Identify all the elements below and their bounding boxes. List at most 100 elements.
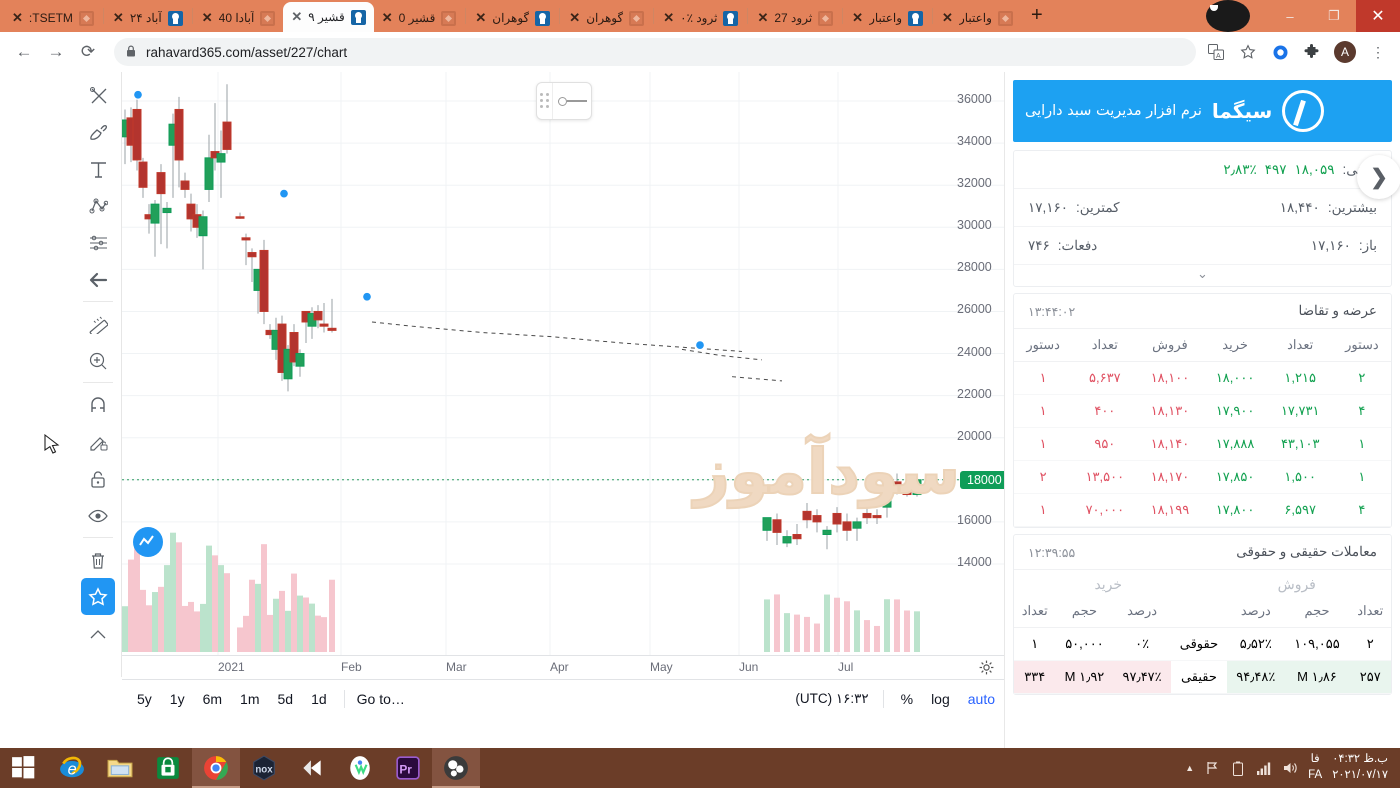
battery-icon[interactable]	[1230, 760, 1246, 776]
text-icon[interactable]	[81, 150, 115, 187]
extensions-icon[interactable]	[1302, 42, 1322, 62]
eye-icon[interactable]	[81, 497, 115, 534]
sync-icon[interactable]	[1270, 42, 1290, 62]
magnet-icon[interactable]	[81, 386, 115, 423]
browser-tab[interactable]: آبادا 40 ✕	[194, 4, 284, 32]
chart-canvas[interactable]: سودآموز	[122, 72, 1004, 677]
close-tab-button[interactable]: ✕	[12, 10, 23, 26]
lock-icon[interactable]	[81, 460, 115, 497]
crosshair-cut-icon[interactable]	[81, 76, 115, 113]
network-icon[interactable]	[1256, 760, 1272, 776]
show-hidden-icons-button[interactable]: ▲	[1185, 763, 1194, 773]
tab-divider	[559, 8, 561, 24]
ruler-icon[interactable]	[81, 305, 115, 342]
browser-tab[interactable]: ثرود ٪۰ ✕	[655, 4, 746, 32]
brush-icon[interactable]	[81, 113, 115, 150]
timeframe-button-6m[interactable]: 6m	[194, 691, 231, 707]
browser-tab-active[interactable]: قشیر ۹ ✕	[283, 2, 374, 32]
avatar[interactable]: A	[1334, 41, 1356, 63]
collapse-quote-button[interactable]: ⌄	[1014, 265, 1391, 286]
price-tick-label: 26000	[957, 302, 992, 317]
close-tab-button[interactable]: ✕	[291, 9, 302, 25]
close-tab-button[interactable]: ✕	[852, 10, 863, 26]
forecast-icon[interactable]	[81, 224, 115, 261]
orderbook-row: ۴ ۱۷,۷۳۱ ۱۷,۹۰۰ ۱۸,۱۳۰ ۴۰۰ ۱	[1014, 394, 1391, 428]
browser-tab[interactable]: آباد ۲۴ ✕	[105, 4, 191, 32]
clock[interactable]: ۰۴:۳۲ ب.ظ ۲۰۲۱/۰۷/۱۷	[1332, 752, 1388, 783]
line-style-icon[interactable]	[553, 97, 591, 106]
price-tick-label: 14000	[957, 554, 992, 569]
browser-tab[interactable]: TSETM: ✕	[4, 4, 102, 32]
zoom-in-icon[interactable]	[81, 342, 115, 379]
language-indicator[interactable]: فا FA	[1308, 752, 1322, 783]
goto-button[interactable]: Go to…	[353, 691, 405, 707]
timeframe-button-1m[interactable]: 1m	[231, 691, 268, 707]
flag-icon[interactable]	[1204, 760, 1220, 776]
auto-scale-button[interactable]: auto	[959, 691, 1004, 707]
participants-card: معاملات حقیقی و حقوقی ۱۲:۳۹:۵۵ فروش خرید…	[1013, 534, 1392, 695]
close-tab-button[interactable]: ✕	[113, 10, 124, 26]
browser-menu-button[interactable]: ⋮	[1368, 42, 1388, 62]
browser-tab[interactable]: گوهران ✕	[467, 4, 558, 32]
orderbook-table: دستور تعداد خرید فروش تعداد دستور ۲ ۱,۲۱۵ ۱۸,۰۰…	[1014, 329, 1391, 527]
browser-tab[interactable]: واعتبار ✕	[934, 4, 1021, 32]
new-tab-button[interactable]: +	[1021, 5, 1053, 27]
close-tab-button[interactable]: ✕	[569, 10, 580, 26]
file-explorer-icon[interactable]	[96, 748, 144, 788]
svg-text:A: A	[1216, 53, 1221, 60]
close-tab-button[interactable]: ✕	[475, 10, 486, 26]
drag-handle-icon[interactable]	[537, 83, 553, 119]
maximize-button[interactable]: ❐	[1312, 0, 1356, 32]
close-tab-button[interactable]: ✕	[757, 10, 768, 26]
forward-button[interactable]: →	[42, 38, 70, 66]
back-button[interactable]: ←	[10, 38, 38, 66]
pencil-lock-icon[interactable]	[81, 423, 115, 460]
close-window-button[interactable]: ✕	[1356, 0, 1400, 32]
close-tab-button[interactable]: ✕	[942, 10, 953, 26]
start-button-icon[interactable]	[0, 748, 48, 788]
obs-studio-icon[interactable]	[432, 748, 480, 788]
settings-gear-icon[interactable]	[979, 660, 994, 678]
log-scale-button[interactable]: log	[922, 691, 959, 707]
microsoft-store-icon[interactable]	[144, 748, 192, 788]
pattern-icon[interactable]	[81, 187, 115, 224]
quote-value: ۱۷,۱۶۰	[1310, 237, 1351, 253]
floating-drawing-widget[interactable]	[536, 82, 592, 120]
android-studio-icon[interactable]	[336, 748, 384, 788]
shape-icon[interactable]	[81, 615, 115, 652]
premiere-pro-icon[interactable]: Pr	[384, 748, 432, 788]
google-chrome-icon[interactable]	[192, 748, 240, 788]
quote-change: ۴۹۷	[1264, 161, 1287, 177]
arrow-icon[interactable]	[81, 261, 115, 298]
bookmark-star-icon[interactable]	[1238, 42, 1258, 62]
address-bar[interactable]: rahavard365.com/asset/227/chart	[114, 38, 1196, 66]
participants-cell: ۱	[1014, 627, 1056, 661]
translate-icon[interactable]: A	[1206, 42, 1226, 62]
favorite-star-icon[interactable]	[81, 578, 115, 615]
close-tab-button[interactable]: ✕	[663, 10, 674, 26]
close-tab-button[interactable]: ✕	[382, 10, 393, 26]
volume-icon[interactable]	[1282, 760, 1298, 776]
browser-tab[interactable]: گوهران ✕	[561, 4, 652, 32]
browser-account-icon[interactable]	[1206, 0, 1250, 32]
trash-icon[interactable]	[81, 541, 115, 578]
time-axis[interactable]: 2021 Feb Mar Apr May Jun Jul	[122, 655, 1004, 679]
timeframe-button-1d[interactable]: 1d	[302, 691, 336, 707]
nox-player-icon[interactable]: nox	[240, 748, 288, 788]
reload-button[interactable]: ⟳	[74, 38, 102, 66]
browser-tab[interactable]: ثرود 27 ✕	[749, 4, 841, 32]
current-price-badge[interactable]: 18000	[960, 470, 1009, 489]
percent-scale-button[interactable]: %	[892, 691, 922, 707]
browser-tab[interactable]: واعتبار ✕	[844, 4, 931, 32]
minimize-button[interactable]: –	[1268, 0, 1312, 32]
blue-icon	[167, 10, 183, 26]
expand-quote-button[interactable]: ❯	[1357, 155, 1400, 199]
unity-icon[interactable]	[288, 748, 336, 788]
timeframe-button-5y[interactable]: 5y	[128, 691, 161, 707]
timeframe-button-1y[interactable]: 1y	[161, 691, 194, 707]
sigma-ad-banner[interactable]: سیگما نرم افزار مدیریت سبد دارایی	[1013, 80, 1392, 142]
browser-tab[interactable]: قشیر 0 ✕	[374, 4, 465, 32]
close-tab-button[interactable]: ✕	[202, 10, 213, 26]
internet-explorer-icon[interactable]: e	[48, 748, 96, 788]
timeframe-button-5d[interactable]: 5d	[269, 691, 303, 707]
